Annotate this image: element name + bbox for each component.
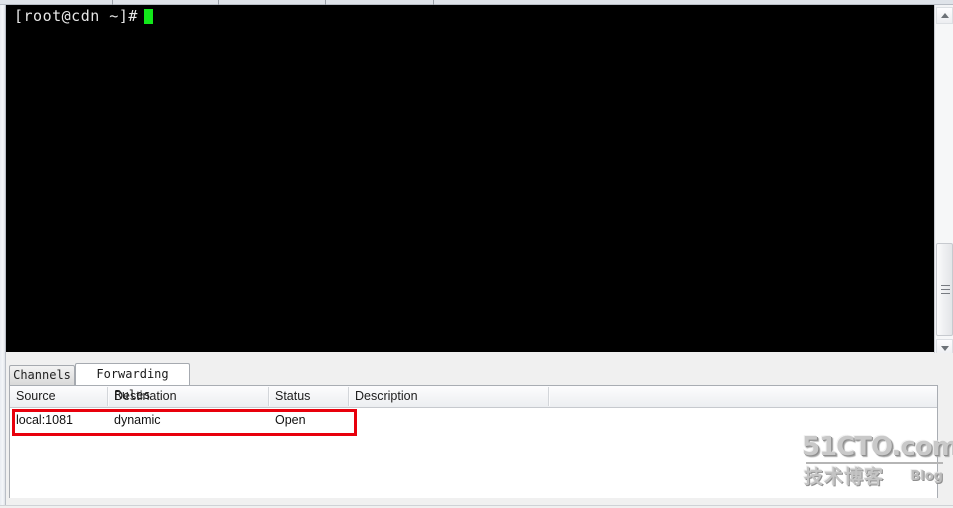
terminal-cursor — [143, 9, 153, 24]
tab-forwarding-rules[interactable]: Forwarding Rules — [75, 363, 190, 402]
watermark-subtitle-en: Blog — [910, 469, 943, 484]
cell-source: local:1081 — [16, 413, 73, 427]
scroll-down-arrow-icon — [940, 345, 949, 351]
table-body: local:1081 dynamic Open — [10, 408, 937, 498]
table-row[interactable]: local:1081 dynamic Open — [10, 408, 937, 432]
watermark-subtitle-row: 技术博客 Blog — [802, 466, 947, 490]
scroll-up-arrow-icon — [940, 12, 949, 18]
terminal-region: [root@cdn ~]# — [0, 5, 953, 358]
scrollbar-grip-icon — [941, 284, 950, 296]
watermark: 51CTO.com 技术博客 Blog — [802, 432, 953, 490]
terminal-prompt-line: [root@cdn ~]# — [6, 5, 934, 26]
scrollbar-thumb[interactable] — [936, 243, 953, 336]
watermark-subtitle-cn: 技术博客 — [804, 466, 885, 488]
terminal-output[interactable]: [root@cdn ~]# — [6, 5, 934, 352]
terminal-prompt-text: [root@cdn ~]# — [14, 7, 138, 25]
column-header-source[interactable]: Source — [10, 386, 107, 407]
watermark-divider — [806, 462, 943, 464]
terminal-vertical-scrollbar[interactable] — [934, 5, 953, 358]
cell-destination: dynamic — [114, 413, 161, 427]
cell-status: Open — [275, 413, 306, 427]
scroll-up-button[interactable] — [936, 7, 953, 24]
application-window: [root@cdn ~]# Channels Forwarding Rules — [0, 0, 953, 508]
column-header-status[interactable]: Status — [269, 386, 348, 407]
panel-left-gutter — [0, 353, 6, 508]
tab-channels[interactable]: Channels — [9, 365, 75, 385]
column-header-filler — [549, 386, 937, 407]
column-header-description[interactable]: Description — [349, 386, 548, 407]
watermark-site-name: 51CTO.com — [802, 432, 953, 462]
cell-description — [355, 408, 548, 432]
